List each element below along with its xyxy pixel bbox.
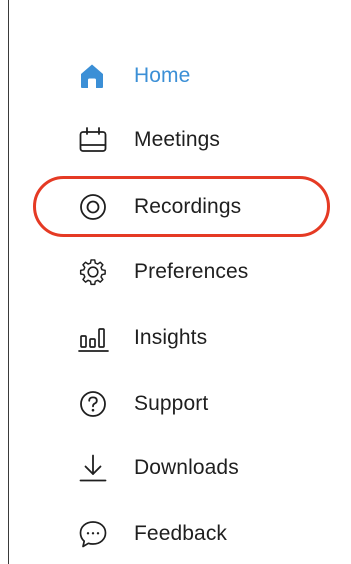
sidebar-item-insights[interactable]: Insights <box>78 318 207 358</box>
sidebar-item-label: Meetings <box>134 128 221 151</box>
question-icon <box>78 384 116 424</box>
sidebar-item-label: Insights <box>134 326 208 349</box>
sidebar-item-label: Recordings <box>134 195 242 218</box>
gear-icon <box>78 252 116 292</box>
sidebar-item-label: Preferences <box>134 260 249 283</box>
bar-chart-icon <box>78 318 116 358</box>
sidebar-item-support[interactable]: Support <box>78 384 208 424</box>
download-icon <box>78 448 116 488</box>
sidebar-item-label: Home <box>134 64 191 87</box>
sidebar-item-label: Feedback <box>134 522 228 545</box>
chat-bubble-icon <box>78 514 116 554</box>
sidebar-nav: Home Meetings Recordings Preferences Ins… <box>0 0 351 564</box>
sidebar-item-recordings[interactable]: Recordings <box>78 187 241 227</box>
sidebar-item-meetings[interactable]: Meetings <box>78 120 220 160</box>
sidebar-item-downloads[interactable]: Downloads <box>78 448 239 488</box>
sidebar-item-home[interactable]: Home <box>78 56 190 96</box>
recording-icon <box>78 187 116 227</box>
sidebar-item-feedback[interactable]: Feedback <box>78 514 227 554</box>
sidebar-item-label: Downloads <box>134 456 239 479</box>
sidebar-item-preferences[interactable]: Preferences <box>78 252 248 292</box>
home-icon <box>78 56 116 96</box>
calendar-icon <box>78 120 116 160</box>
sidebar-item-label: Support <box>134 392 209 415</box>
